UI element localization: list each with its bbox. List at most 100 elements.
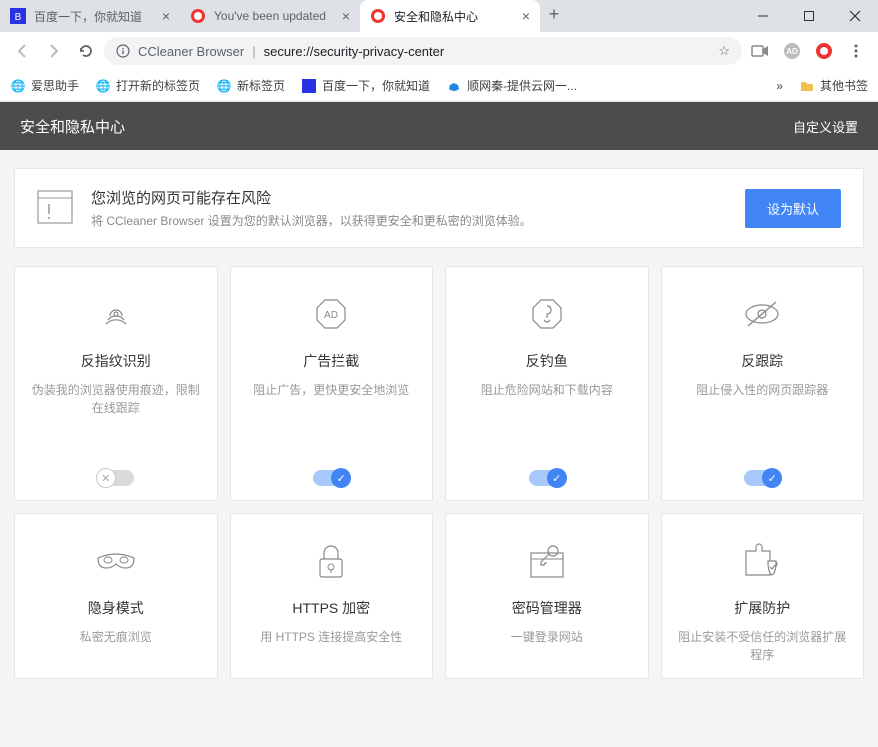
card-desc: 阻止危险网站和下载内容	[481, 381, 613, 458]
other-bookmarks-label: 其他书签	[820, 77, 868, 94]
site-info-icon[interactable]	[116, 44, 130, 58]
close-icon[interactable]: ×	[522, 8, 530, 24]
toggle-anti-fingerprint[interactable]: ✕	[98, 470, 134, 486]
card-anti-fingerprint[interactable]: 反指纹识别 伪装我的浏览器使用痕迹，限制在线跟踪 ✕	[14, 266, 218, 501]
omnibox-url: secure://security-privacy-center	[264, 44, 445, 59]
forward-button[interactable]	[40, 37, 68, 65]
bookmarks-bar: 🌐 爱思助手 🌐 打开新的标签页 🌐 新标签页 百度一下，你就知道 顺网秦-提供云网一…	[0, 70, 878, 102]
card-title: 密码管理器	[512, 598, 582, 618]
card-extension-guard[interactable]: 扩展防护 阻止安装不受信任的浏览器扩展程序	[661, 513, 865, 679]
card-anti-tracking[interactable]: 反跟踪 阻止侵入性的网页跟踪器 ✓	[661, 266, 865, 501]
card-desc: 阻止广告，更快更安全地浏览	[253, 381, 409, 458]
close-window-button[interactable]	[832, 0, 878, 32]
banner-desc: 将 CCleaner Browser 设置为您的默认浏览器，以获得更安全和更私密…	[91, 212, 532, 229]
window-controls	[740, 0, 878, 32]
card-title: HTTPS 加密	[292, 598, 370, 618]
content-area: 您浏览的网页可能存在风险 将 CCleaner Browser 设置为您的默认浏…	[0, 150, 878, 747]
bookmarks-overflow-icon[interactable]: »	[776, 79, 783, 93]
tab-security-center[interactable]: 安全和隐私中心 ×	[360, 0, 540, 32]
toggle-anti-tracking[interactable]: ✓	[744, 470, 780, 486]
eye-slash-icon	[732, 291, 792, 337]
titlebar: B 百度一下，你就知道 × You've been updated × 安全和隐…	[0, 0, 878, 32]
features-grid: 反指纹识别 伪装我的浏览器使用痕迹，限制在线跟踪 ✕ AD 广告拦截 阻止广告，…	[14, 266, 864, 679]
card-adblock[interactable]: AD 广告拦截 阻止广告，更快更安全地浏览 ✓	[230, 266, 434, 501]
other-bookmarks[interactable]: 其他书签	[799, 77, 868, 94]
card-title: 反钓鱼	[526, 351, 568, 371]
minimize-button[interactable]	[740, 0, 786, 32]
adblock-badge-icon[interactable]: AD	[778, 37, 806, 65]
set-default-button[interactable]: 设为默认	[745, 189, 841, 228]
tab-title: You've been updated	[214, 9, 336, 23]
globe-icon: 🌐	[95, 78, 111, 94]
baidu-icon	[301, 78, 317, 94]
content-header: 安全和隐私中心 自定义设置	[0, 102, 878, 150]
page-title: 安全和隐私中心	[20, 116, 125, 137]
puzzle-shield-icon	[732, 538, 792, 584]
reload-button[interactable]	[72, 37, 100, 65]
back-button[interactable]	[8, 37, 36, 65]
menu-button[interactable]	[842, 37, 870, 65]
card-title: 反跟踪	[741, 351, 783, 371]
globe-icon: 🌐	[216, 78, 232, 94]
bookmark-item[interactable]: 🌐 新标签页	[216, 77, 285, 94]
tab-baidu[interactable]: B 百度一下，你就知道 ×	[0, 0, 180, 32]
card-desc: 一键登录网站	[511, 628, 583, 664]
warning-window-icon	[37, 190, 73, 226]
card-anti-phishing[interactable]: 反钓鱼 阻止危险网站和下载内容 ✓	[445, 266, 649, 501]
close-icon[interactable]: ×	[342, 8, 350, 24]
new-tab-button[interactable]: +	[540, 0, 568, 28]
tab-title: 安全和隐私中心	[394, 8, 516, 25]
ship-icon	[446, 78, 462, 94]
bookmark-item[interactable]: 顺网秦-提供云网一...	[446, 77, 577, 94]
card-title: 广告拦截	[303, 351, 359, 371]
card-desc: 用 HTTPS 连接提高安全性	[260, 628, 402, 664]
bookmark-item[interactable]: 🌐 爱思助手	[10, 77, 79, 94]
toggle-adblock[interactable]: ✓	[313, 470, 349, 486]
omnibox[interactable]: CCleaner Browser | secure://security-pri…	[104, 37, 742, 65]
bookmark-label: 百度一下，你就知道	[322, 77, 430, 94]
mask-icon	[86, 538, 146, 584]
globe-icon: 🌐	[10, 78, 26, 94]
fingerprint-icon	[86, 291, 146, 337]
tab-updated[interactable]: You've been updated ×	[180, 0, 360, 32]
card-password-manager[interactable]: 密码管理器 一键登录网站	[445, 513, 649, 679]
bookmark-star-icon[interactable]: ☆	[718, 43, 730, 59]
maximize-button[interactable]	[786, 0, 832, 32]
card-desc: 阻止安装不受信任的浏览器扩展程序	[674, 628, 852, 664]
close-icon[interactable]: ×	[162, 8, 170, 24]
default-browser-banner: 您浏览的网页可能存在风险 将 CCleaner Browser 设置为您的默认浏…	[14, 168, 864, 248]
bookmark-label: 新标签页	[237, 77, 285, 94]
adblock-icon: AD	[301, 291, 361, 337]
card-title: 隐身模式	[88, 598, 144, 618]
ccleaner-icon	[190, 8, 206, 24]
ccleaner-ext-icon[interactable]	[810, 37, 838, 65]
lock-icon	[301, 538, 361, 584]
bookmark-label: 打开新的标签页	[116, 77, 200, 94]
addressbar-row: CCleaner Browser | secure://security-pri…	[0, 32, 878, 70]
card-title: 反指纹识别	[81, 351, 151, 371]
custom-settings-link[interactable]: 自定义设置	[793, 117, 858, 136]
omnibox-appname: CCleaner Browser	[138, 44, 244, 59]
tabs: B 百度一下，你就知道 × You've been updated × 安全和隐…	[0, 0, 740, 32]
folder-icon	[799, 78, 815, 94]
omnibox-separator: |	[252, 44, 255, 59]
tab-title: 百度一下，你就知道	[34, 8, 156, 25]
card-desc: 伪装我的浏览器使用痕迹，限制在线跟踪	[27, 381, 205, 458]
bookmark-item[interactable]: 百度一下，你就知道	[301, 77, 430, 94]
card-title: 扩展防护	[734, 598, 790, 618]
ccleaner-icon	[370, 8, 386, 24]
bookmark-label: 顺网秦-提供云网一...	[467, 77, 577, 94]
card-incognito[interactable]: 隐身模式 私密无痕浏览	[14, 513, 218, 679]
card-https[interactable]: HTTPS 加密 用 HTTPS 连接提高安全性	[230, 513, 434, 679]
svg-text:B: B	[15, 12, 22, 23]
phishing-icon	[517, 291, 577, 337]
bookmark-label: 爱思助手	[31, 77, 79, 94]
key-window-icon	[517, 538, 577, 584]
camera-icon[interactable]	[746, 37, 774, 65]
svg-text:AD: AD	[786, 47, 798, 56]
card-desc: 阻止侵入性的网页跟踪器	[696, 381, 828, 458]
bookmark-item[interactable]: 🌐 打开新的标签页	[95, 77, 200, 94]
toggle-anti-phishing[interactable]: ✓	[529, 470, 565, 486]
svg-text:AD: AD	[324, 310, 338, 321]
baidu-icon: B	[10, 8, 26, 24]
